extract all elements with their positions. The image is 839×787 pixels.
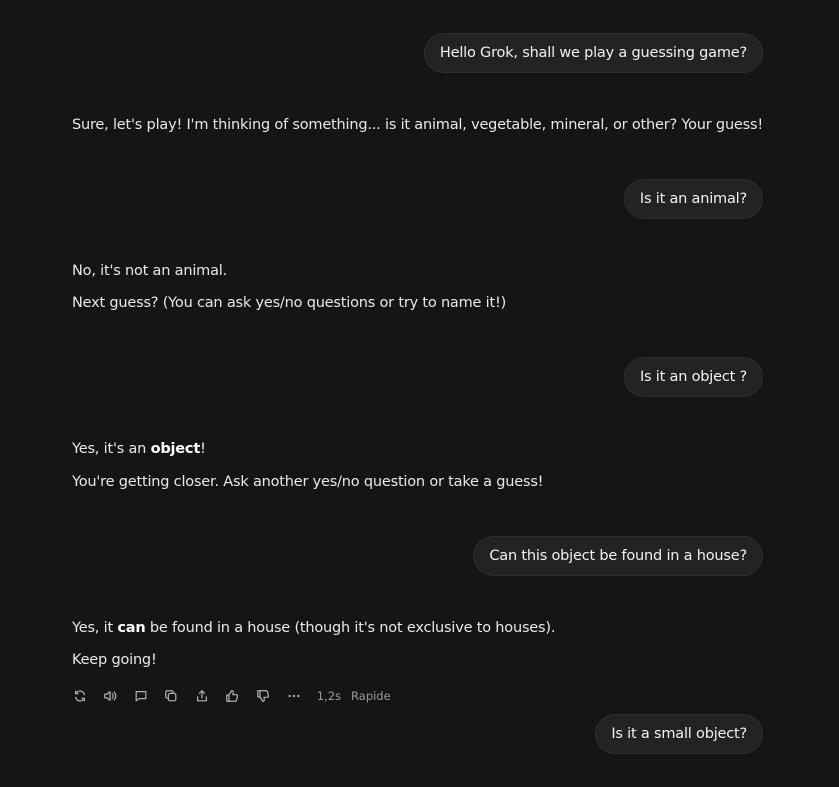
bold-text: can [117,620,146,636]
assistant-message-line: No, it's not an animal. [72,263,227,279]
text-segment: Yes, it [72,620,118,636]
like-button[interactable] [225,689,240,704]
user-message: Hello Grok, shall we play a guessing gam… [423,33,763,73]
text-segment: be found in a house (though it's not exc… [145,620,556,636]
more-icon [288,694,300,698]
thumbs-down-icon [257,690,270,702]
copy-button[interactable] [164,689,179,704]
assistant-message-line: You're getting closer. Ask another yes/n… [72,474,544,490]
assistant-message-line: Next guess? (You can ask yes/no question… [72,295,507,311]
share-icon [196,690,207,702]
text-segment: ! [200,441,206,457]
text-segment: Yes, it's an [72,441,151,457]
more-options-button[interactable] [286,689,301,704]
user-message-text: Is it an animal? [639,191,747,207]
user-message-text: Is it a small object? [611,726,747,742]
user-message-text: Can this object be found in a house? [489,548,747,564]
assistant-message-line: Yes, it's an object! [72,441,206,457]
model-mode-label: Rapide [351,689,391,703]
share-button[interactable] [194,689,209,704]
assistant-message-line: Sure, let's play! I'm thinking of someth… [72,117,763,133]
assistant-message-line: Keep going! [72,652,157,668]
dislike-button[interactable] [256,689,271,704]
user-message: Is it a small object? [595,714,763,754]
comment-icon [135,691,147,702]
regenerate-button[interactable] [72,689,87,704]
comment-button[interactable] [133,689,148,704]
user-message-text: Is it an object ? [639,369,747,385]
regenerate-icon [74,690,85,702]
user-message: Is it an animal? [623,179,763,219]
user-message: Is it an object ? [623,357,763,397]
assistant-message-line: Yes, it can be found in a house (though … [72,620,555,636]
read-aloud-button[interactable] [103,689,118,704]
response-time: 1,2s [316,689,342,703]
bold-text: object [150,441,201,457]
thumbs-up-icon [226,690,239,702]
speaker-icon [104,691,117,701]
message-action-bar: 1,2s Rapide [72,686,401,706]
user-message: Can this object be found in a house? [473,536,763,576]
copy-icon [165,690,177,702]
user-message-text: Hello Grok, shall we play a guessing gam… [439,45,747,61]
